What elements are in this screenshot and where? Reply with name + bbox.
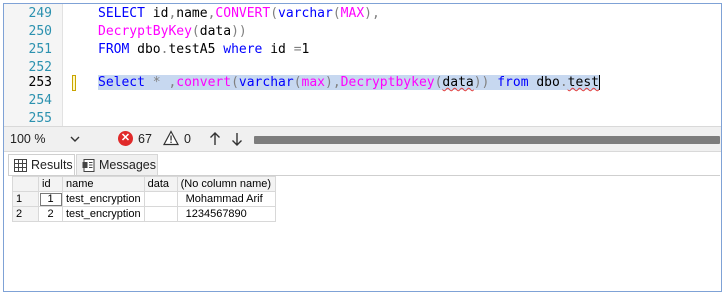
line-number: 253 — [28, 75, 52, 90]
arrow-down-icon[interactable] — [230, 130, 244, 148]
warning-icon[interactable] — [163, 130, 179, 146]
code-line-249[interactable]: 249 SELECT id,name,CONVERT(varchar(MAX), — [4, 4, 721, 24]
cell-id[interactable]: 2 — [38, 206, 63, 222]
code-line-254[interactable]: 254 — [4, 91, 721, 111]
messages-icon — [82, 159, 95, 172]
result-tabs: Results Messages — [4, 152, 721, 176]
column-header-id[interactable]: id — [38, 176, 63, 192]
code-text[interactable]: SELECT id,name,CONVERT(varchar(MAX), — [98, 4, 380, 24]
ssms-query-window: 249 SELECT id,name,CONVERT(varchar(MAX),… — [3, 3, 722, 292]
column-header-decrypted[interactable]: (No column name) — [176, 176, 276, 192]
tab-results[interactable]: Results — [8, 154, 75, 176]
grid-icon — [14, 159, 27, 172]
query-editor[interactable]: 249 SELECT id,name,CONVERT(varchar(MAX),… — [4, 4, 721, 126]
error-count[interactable]: 67 — [138, 132, 152, 146]
row-number[interactable]: 1 — [12, 191, 39, 207]
code-text-selected[interactable]: Select * ,convert(varchar(max),Decryptby… — [98, 73, 600, 93]
error-icon[interactable]: ✕ — [118, 131, 133, 146]
arrow-up-icon[interactable] — [208, 130, 222, 148]
tab-messages[interactable]: Messages — [76, 154, 158, 176]
text-caret — [598, 75, 600, 90]
cell-decrypted[interactable]: Mohammad Arif — [176, 191, 276, 207]
chevron-down-icon[interactable] — [68, 130, 82, 148]
horizontal-scrollbar[interactable] — [254, 136, 720, 144]
code-line-255[interactable]: 255 — [4, 109, 721, 126]
tab-label: Results — [31, 158, 73, 172]
code-line-250[interactable]: 250 DecryptByKey(data)) — [4, 22, 721, 42]
code-text[interactable]: DecryptByKey(data)) — [98, 22, 247, 42]
grid-header-row: id name data (No column name) — [12, 176, 276, 192]
column-header-name[interactable]: name — [62, 176, 145, 192]
code-line-253[interactable]: 253 Select * ,convert(varchar(max),Decry… — [4, 73, 721, 93]
cell-id[interactable]: 1 — [38, 191, 63, 207]
line-number: 249 — [28, 6, 52, 21]
editor-status-strip: 100 % ✕ 67 0 — [4, 126, 721, 152]
column-header-data[interactable]: data — [143, 176, 178, 192]
code-line-251[interactable]: 251 FROM dbo.testA5 where id =1 — [4, 40, 721, 60]
table-row[interactable]: 1 1 test_encryption Mohammad Arif — [12, 191, 276, 207]
line-number: 255 — [28, 111, 52, 126]
code-text[interactable]: FROM dbo.testA5 where id =1 — [98, 40, 309, 60]
line-number: 254 — [28, 93, 52, 108]
row-number[interactable]: 2 — [12, 206, 39, 222]
cell-name[interactable]: test_encryption — [62, 191, 145, 207]
results-grid-area: id name data (No column name) 1 1 test_e… — [8, 175, 720, 291]
grid-corner[interactable] — [12, 176, 39, 192]
cell-data[interactable] — [143, 206, 178, 222]
cell-data[interactable] — [143, 191, 178, 207]
line-number: 251 — [28, 42, 52, 57]
table-row[interactable]: 2 2 test_encryption 1234567890 — [12, 206, 276, 222]
cell-name[interactable]: test_encryption — [62, 206, 145, 222]
line-number: 250 — [28, 24, 52, 39]
zoom-level[interactable]: 100 % — [10, 132, 45, 146]
cell-decrypted[interactable]: 1234567890 — [176, 206, 276, 222]
tab-label: Messages — [99, 158, 156, 172]
results-grid[interactable]: id name data (No column name) 1 1 test_e… — [12, 176, 276, 222]
warning-count[interactable]: 0 — [184, 132, 191, 146]
change-marker — [72, 75, 76, 91]
